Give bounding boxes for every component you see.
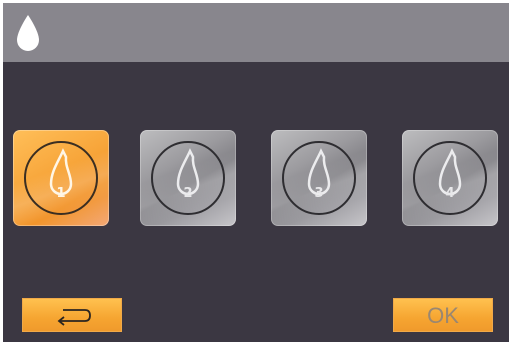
tile-label: 3 <box>314 186 324 201</box>
water-drop-icon <box>413 141 487 215</box>
return-arrow-icon <box>57 309 91 326</box>
ok-button[interactable]: OK <box>393 298 493 332</box>
ok-label: OK <box>427 303 459 328</box>
tile-2[interactable]: 2 <box>140 130 236 226</box>
tile-3[interactable]: 3 <box>271 130 367 226</box>
water-drop-icon <box>17 15 39 51</box>
tile-label: 4 <box>445 186 455 201</box>
tile-label: 1 <box>56 186 66 201</box>
back-button[interactable] <box>22 298 122 332</box>
water-drop-icon <box>24 141 98 215</box>
tile-1[interactable]: 1 <box>13 130 109 226</box>
water-drop-icon <box>151 141 225 215</box>
tile-label: 2 <box>183 186 193 201</box>
title-bar <box>3 3 509 62</box>
screen: 1 2 3 4 OK <box>3 3 509 342</box>
tile-4[interactable]: 4 <box>402 130 498 226</box>
water-drop-icon <box>282 141 356 215</box>
